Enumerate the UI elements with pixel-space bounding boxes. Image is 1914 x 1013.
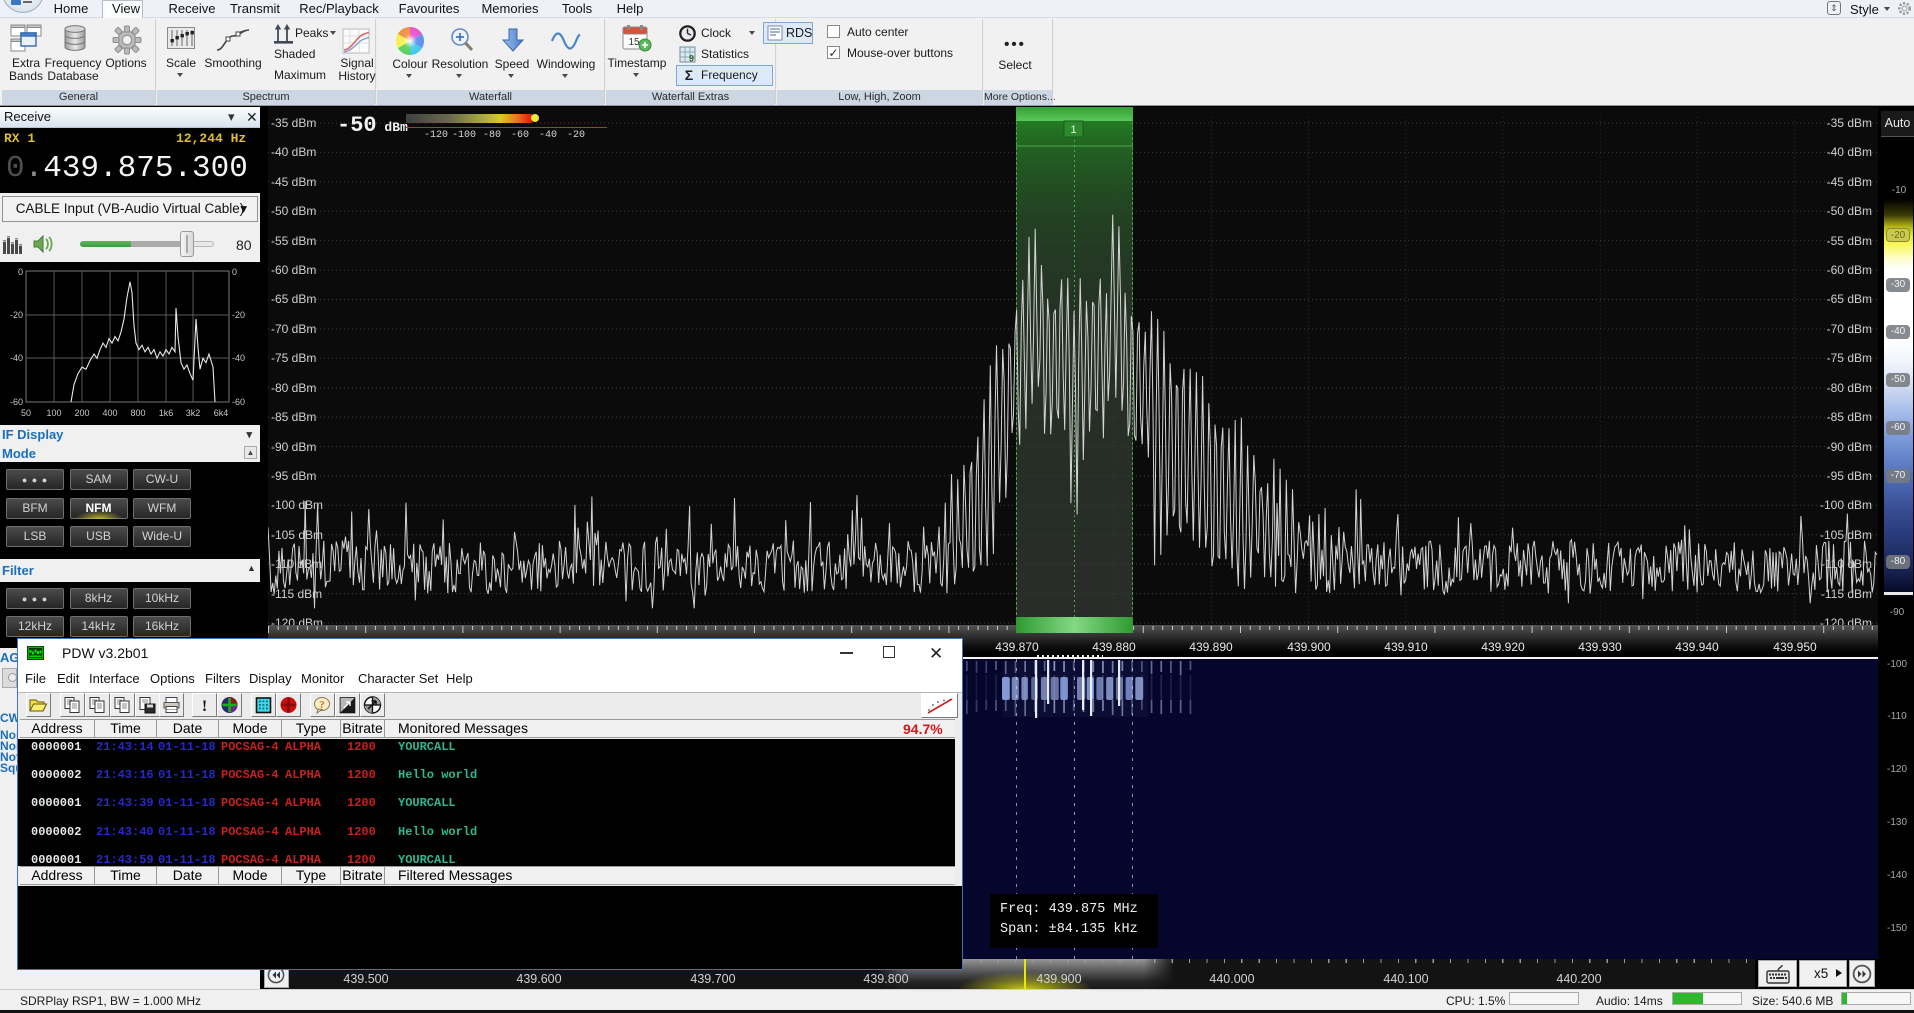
svg-text:200: 200 bbox=[74, 408, 89, 418]
svg-text:9: 9 bbox=[689, 54, 694, 64]
svg-text:0: 0 bbox=[18, 267, 23, 277]
svg-text:15: 15 bbox=[628, 37, 640, 48]
svg-text:-40: -40 bbox=[10, 353, 23, 363]
svg-text:-40: -40 bbox=[232, 353, 245, 363]
svg-text:-20: -20 bbox=[10, 310, 23, 320]
svg-text:?: ? bbox=[319, 699, 325, 711]
svg-text:-20: -20 bbox=[232, 310, 245, 320]
svg-text:-60: -60 bbox=[10, 397, 23, 407]
svg-text:800: 800 bbox=[130, 408, 145, 418]
svg-text:1k6: 1k6 bbox=[159, 408, 174, 418]
svg-text:6k4: 6k4 bbox=[214, 408, 229, 418]
svg-text:0: 0 bbox=[232, 267, 237, 277]
svg-text:!: ! bbox=[202, 698, 207, 714]
svg-text:400: 400 bbox=[102, 408, 117, 418]
svg-text:3k2: 3k2 bbox=[186, 408, 201, 418]
svg-text:-60: -60 bbox=[232, 397, 245, 407]
svg-text:100: 100 bbox=[46, 408, 61, 418]
svg-text:50: 50 bbox=[21, 408, 31, 418]
svg-text:1: 1 bbox=[1070, 124, 1076, 136]
